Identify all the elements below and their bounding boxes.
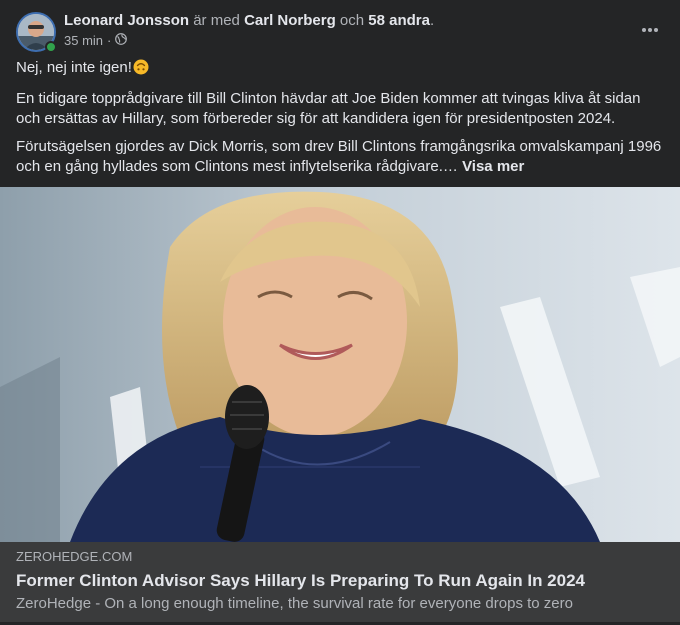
post-timestamp[interactable]: 35 min [64,33,103,49]
post-text: Nej, nej inte igen! En tidigare topprådg… [16,58,664,185]
link-preview-meta[interactable]: ZEROHEDGE.COM Former Clinton Advisor Say… [0,542,680,622]
post-paragraph-2-text: Förutsägelsen gjordes av Dick Morris, so… [16,138,662,175]
tagged-others-link[interactable]: 58 andra [368,12,430,29]
online-status-dot [45,41,57,53]
author-avatar[interactable] [16,12,57,53]
header-text: Leonard Jonsson är med Carl Norberg och … [64,12,624,49]
see-more-link[interactable]: Visa mer [462,158,524,175]
meta-separator: · [107,33,112,48]
post-line-1: Nej, nej inte igen! [16,58,664,81]
link-title[interactable]: Former Clinton Advisor Says Hillary Is P… [16,570,664,591]
hillary-clinton-photo [0,187,680,542]
tagged-person-link[interactable]: Carl Norberg [244,12,336,29]
with-text: är med [193,12,240,29]
post-meta: 35 min · [64,33,624,49]
post-paragraph-1: En tidigare topprådgivare till Bill Clin… [16,90,641,127]
link-description: ZeroHedge - On a long enough timeline, t… [16,595,573,612]
more-dots-icon [642,28,658,32]
title-period: . [429,12,435,29]
link-domain: ZEROHEDGE.COM [16,549,133,564]
post-line-1-text: Nej, nej inte igen! [16,59,132,76]
header-title: Leonard Jonsson är med Carl Norberg och … [64,12,624,30]
globe-icon[interactable] [115,33,128,49]
author-name-link[interactable]: Leonard Jonsson [64,12,189,29]
post-card: Leonard Jonsson är med Carl Norberg och … [0,0,680,625]
link-preview-image[interactable] [0,187,680,542]
upside-down-face-emoji-icon [133,59,149,81]
post-header: Leonard Jonsson är med Carl Norberg och … [16,12,664,54]
post-paragraph-2: Förutsägelsen gjordes av Dick Morris, so… [16,137,664,177]
more-options-button[interactable] [636,18,664,42]
and-text: och [339,12,365,29]
